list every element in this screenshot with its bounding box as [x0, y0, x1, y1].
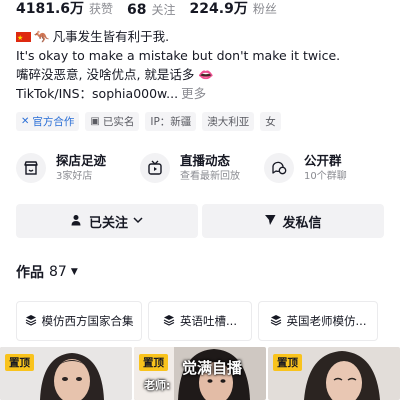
layers-icon [25, 314, 37, 329]
tag-country: 澳大利亚 [202, 112, 255, 131]
layers-icon [270, 314, 282, 329]
following-count: 68 [127, 2, 147, 18]
store-icon [16, 153, 46, 183]
likes-stat[interactable]: 4181.6万 获赞 [16, 0, 113, 18]
video-grid: 置顶 置顶 觉满自播 老师: 置顶 [0, 347, 400, 400]
china-flag-icon [16, 29, 31, 46]
followers-stat[interactable]: 224.9万 粉丝 [190, 0, 277, 18]
tag-gender: 女 [260, 112, 281, 131]
bio-motto: 凡事发生皆有利于我. [52, 29, 170, 44]
bio-line-3-text: 嘴碎没恶意, 没啥优点, 就是话多 [16, 67, 195, 82]
following-label: 关注 [151, 3, 176, 17]
collection-item[interactable]: 英语吐槽... [148, 301, 252, 341]
collection-label: 英语吐槽... [180, 314, 237, 328]
bio-line-1: 🦘凡事发生皆有利于我. [16, 27, 388, 46]
collection-label: 英国老师模仿... [286, 314, 367, 328]
feature-store-visits-title: 探店足迹 [56, 153, 107, 168]
likes-label: 获赞 [89, 2, 114, 16]
profile-tags: ✕ 官方合作 ▣ 已实名 IP：新疆 澳大利亚 女 [16, 112, 287, 131]
verified-icon: ✕ [21, 116, 30, 127]
layers-icon [163, 314, 175, 329]
collections-row: 模仿西方国家合集 英语吐槽... 英国老师模仿... [0, 301, 400, 341]
collection-label: 模仿西方国家合集 [41, 314, 134, 328]
works-count: 87 [49, 264, 67, 280]
user-check-icon [71, 214, 83, 229]
tag-verified-identity[interactable]: ▣ 已实名 [85, 112, 140, 131]
tag-official-partner-label: 官方合作 [32, 116, 75, 128]
tag-ip-location: IP：新疆 [145, 112, 197, 131]
likes-count: 4181.6万 [16, 1, 85, 17]
collection-item[interactable]: 模仿西方国家合集 [16, 301, 142, 341]
feature-store-visits[interactable]: 探店足迹 3家好店 [16, 148, 140, 188]
profile-stats: 4181.6万 获赞 68 关注 224.9万 粉丝 [16, 0, 291, 18]
followers-label: 粉丝 [252, 2, 277, 16]
tag-official-partner[interactable]: ✕ 官方合作 [16, 112, 80, 131]
followed-button[interactable]: 已关注 [16, 204, 198, 238]
feature-live-updates[interactable]: 直播动态 查看最新回放 [140, 148, 264, 188]
caret-down-icon: ▼ [70, 267, 78, 277]
id-card-icon: ▣ [90, 116, 100, 127]
tag-country-label: 澳大利亚 [207, 116, 250, 128]
profile-features: 探店足迹 3家好店 直播动态 查看最新回放 公开群 10个群聊 [16, 148, 388, 188]
bio-line-2: It's okay to make a mistake but don't ma… [16, 48, 341, 63]
thumbnail-caption: 觉满自播 [182, 359, 243, 377]
feature-live-updates-subtitle: 查看最新回放 [180, 171, 240, 182]
followed-button-label: 已关注 [88, 215, 128, 231]
feature-store-visits-subtitle: 3家好店 [56, 171, 93, 182]
works-label: 作品 [16, 265, 44, 281]
video-thumbnail[interactable]: 置顶 觉满自播 老师: [134, 347, 266, 400]
feature-live-updates-title: 直播动态 [180, 153, 231, 168]
works-tab[interactable]: 作品 87 ▼ [16, 262, 78, 282]
feature-public-groups-title: 公开群 [304, 153, 342, 168]
following-stat[interactable]: 68 关注 [127, 1, 176, 18]
feature-public-groups[interactable]: 公开群 10个群聊 [264, 148, 388, 188]
followers-count: 224.9万 [189, 1, 248, 17]
profile-actions: 已关注 发私信 [16, 204, 384, 238]
pinned-badge: 置顶 [5, 354, 34, 371]
send-message-button[interactable]: 发私信 [202, 204, 384, 238]
tag-verified-identity-label: 已实名 [102, 116, 135, 128]
tag-ip-location-label: IP：新疆 [150, 116, 192, 128]
pinned-badge: 置顶 [273, 354, 302, 371]
tv-icon [140, 153, 170, 183]
collection-item[interactable]: 英国老师模仿... [258, 301, 378, 341]
thumbnail-caption: 老师: [144, 379, 171, 392]
kangaroo-icon: 🦘 [34, 29, 50, 44]
bio-line-3: 嘴碎没恶意, 没啥优点, 就是话多 👄 [16, 65, 388, 84]
video-thumbnail[interactable]: 置顶 [268, 347, 400, 400]
bio-social-handles: TikTok/INS：sophia000w... [16, 86, 179, 101]
tag-gender-label: 女 [265, 116, 276, 128]
video-thumbnail[interactable]: 置顶 [0, 347, 132, 400]
profile-bio: 🦘凡事发生皆有利于我. It's okay to make a mistake … [16, 27, 388, 103]
pinned-badge: 置顶 [139, 354, 168, 371]
send-message-button-label: 发私信 [282, 215, 322, 231]
feature-public-groups-subtitle: 10个群聊 [304, 171, 347, 182]
paper-plane-icon [264, 214, 276, 229]
chat-group-icon [264, 153, 294, 183]
chevron-down-icon [133, 216, 143, 227]
bio-line-4: TikTok/INS：sophia000w... 更多 [16, 84, 388, 103]
lips-icon: 👄 [198, 67, 214, 82]
bio-more-link[interactable]: 更多 [181, 86, 206, 101]
